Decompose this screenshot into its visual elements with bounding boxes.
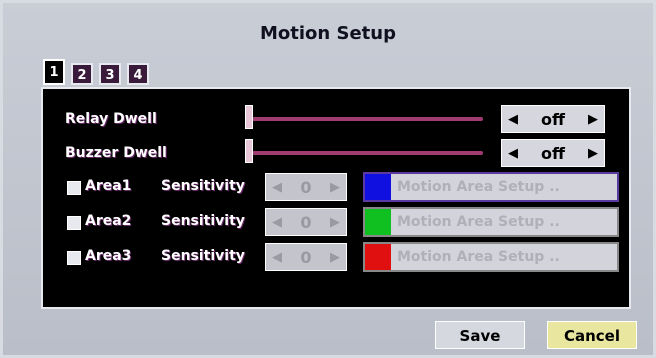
right-arrow-icon[interactable]: ▶ <box>588 146 598 161</box>
area3-color-swatch <box>365 244 391 270</box>
tab-2[interactable]: 2 <box>71 63 93 85</box>
settings-panel: Relay Dwell ◀ off ▶ Buzzer Dwell ◀ off ▶… <box>41 87 631 309</box>
buzzer-dwell-label: Buzzer Dwell <box>65 145 167 161</box>
area2-sensitivity-value: 0 <box>300 212 312 232</box>
area1-sensitivity-value: 0 <box>300 177 312 197</box>
area3-sensitivity-value: 0 <box>300 247 312 267</box>
area2-motion-setup-button[interactable]: Motion Area Setup .. <box>363 207 619 237</box>
area2-motion-setup-label: Motion Area Setup .. <box>397 214 560 230</box>
area2-label: Area2 <box>85 213 132 229</box>
buzzer-dwell-slider[interactable] <box>247 151 483 155</box>
right-arrow-icon[interactable]: ▶ <box>330 180 340 195</box>
left-arrow-icon[interactable]: ◀ <box>508 112 518 127</box>
area2-sensitivity-label: Sensitivity <box>161 213 245 229</box>
area1-label: Area1 <box>85 178 132 194</box>
window-title: Motion Setup <box>260 23 396 44</box>
area3-motion-setup-button[interactable]: Motion Area Setup .. <box>363 242 619 272</box>
area1-sensitivity-spinner[interactable]: ◀ 0 ▶ <box>265 173 347 201</box>
area1-sensitivity-label: Sensitivity <box>161 178 245 194</box>
area1-checkbox[interactable] <box>67 181 81 195</box>
relay-dwell-label: Relay Dwell <box>65 111 157 127</box>
motion-setup-window: Motion Setup 1 2 3 4 Relay Dwell ◀ off ▶… <box>0 0 656 358</box>
right-arrow-icon[interactable]: ▶ <box>330 250 340 265</box>
relay-dwell-slider[interactable] <box>247 117 483 121</box>
left-arrow-icon[interactable]: ◀ <box>272 180 282 195</box>
right-arrow-icon[interactable]: ▶ <box>330 215 340 230</box>
left-arrow-icon[interactable]: ◀ <box>272 250 282 265</box>
tab-4[interactable]: 4 <box>127 63 149 85</box>
area2-checkbox[interactable] <box>67 216 81 230</box>
tab-1[interactable]: 1 <box>43 59 65 85</box>
area1-motion-setup-button[interactable]: Motion Area Setup .. <box>363 172 619 202</box>
area3-motion-setup-label: Motion Area Setup .. <box>397 249 560 265</box>
left-arrow-icon[interactable]: ◀ <box>272 215 282 230</box>
buzzer-dwell-value: off <box>541 143 565 163</box>
relay-dwell-slider-thumb[interactable] <box>245 105 253 129</box>
tab-bar: 1 2 3 4 <box>43 59 149 85</box>
save-button[interactable]: Save <box>435 321 525 349</box>
relay-dwell-value: off <box>541 109 565 129</box>
area3-sensitivity-spinner[interactable]: ◀ 0 ▶ <box>265 243 347 271</box>
area1-motion-setup-label: Motion Area Setup .. <box>397 179 560 195</box>
area3-label: Area3 <box>85 248 132 264</box>
area2-sensitivity-spinner[interactable]: ◀ 0 ▶ <box>265 208 347 236</box>
left-arrow-icon[interactable]: ◀ <box>508 146 518 161</box>
tab-3[interactable]: 3 <box>99 63 121 85</box>
buzzer-dwell-spinner[interactable]: ◀ off ▶ <box>501 139 605 167</box>
cancel-button[interactable]: Cancel <box>547 321 637 349</box>
relay-dwell-spinner[interactable]: ◀ off ▶ <box>501 105 605 133</box>
area1-color-swatch <box>365 174 391 200</box>
area2-color-swatch <box>365 209 391 235</box>
area3-checkbox[interactable] <box>67 251 81 265</box>
right-arrow-icon[interactable]: ▶ <box>588 112 598 127</box>
buzzer-dwell-slider-thumb[interactable] <box>245 139 253 163</box>
area3-sensitivity-label: Sensitivity <box>161 248 245 264</box>
